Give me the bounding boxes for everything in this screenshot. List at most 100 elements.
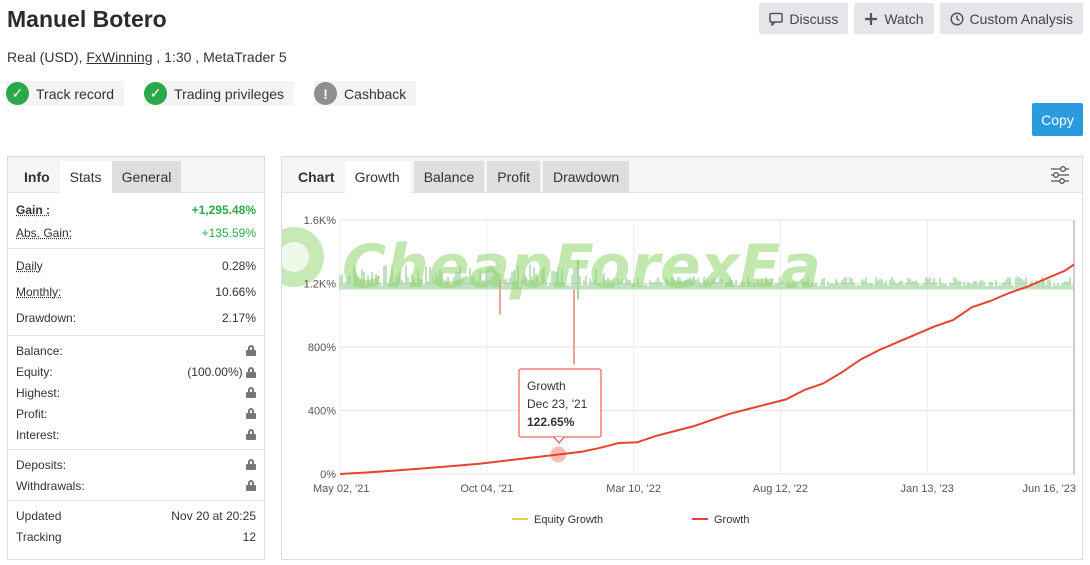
- stat-label[interactable]: Monthly:: [16, 285, 61, 299]
- badge-label: Cashback: [344, 85, 407, 102]
- lock-icon: [246, 429, 256, 440]
- custom-analysis-label: Custom Analysis: [969, 10, 1073, 27]
- account-type: Real (USD),: [7, 49, 87, 65]
- x-tick-label: Jun 16, '23: [1023, 483, 1076, 495]
- stat-label: Drawdown:: [16, 311, 77, 325]
- stats-panel: Info Stats General Gain : +1,295.48% Abs…: [7, 156, 265, 560]
- legend-label: Equity Growth: [534, 514, 603, 526]
- lock-icon: [246, 459, 256, 470]
- x-tick-label: Oct 04, '21: [460, 483, 513, 495]
- tab-profit[interactable]: Profit: [487, 161, 540, 193]
- stat-label: Equity:: [16, 364, 53, 379]
- stat-daily: Daily 0.28%: [8, 253, 264, 279]
- stat-value: 10.66%: [215, 285, 256, 299]
- tooltip-value: 122.65%: [527, 415, 575, 429]
- lock-icon: [246, 408, 256, 419]
- copy-button[interactable]: Copy: [1032, 103, 1083, 136]
- divider: [8, 500, 264, 501]
- discuss-label: Discuss: [789, 10, 839, 27]
- x-tick-label: Mar 10, '22: [606, 483, 661, 495]
- chat-icon: [769, 12, 784, 26]
- stat-label: Profit:: [16, 406, 48, 421]
- y-tick-label: 1.2K%: [304, 279, 337, 291]
- stat-label: Tracking: [16, 529, 62, 544]
- stat-drawdown: Drawdown: 2.17%: [8, 305, 264, 331]
- tooltip-tail: [553, 436, 565, 444]
- stat-highest: Highest:: [8, 382, 264, 403]
- tab-stats[interactable]: Stats: [59, 161, 112, 193]
- badge-label: Track record: [36, 85, 115, 102]
- y-tick-label: 1.6K%: [304, 215, 337, 227]
- y-tick-label: 800%: [308, 342, 336, 354]
- divider: [8, 335, 264, 336]
- custom-analysis-button[interactable]: Custom Analysis: [939, 3, 1083, 34]
- stat-tracking: Tracking 12: [8, 526, 264, 547]
- lock-icon: [246, 480, 256, 491]
- stat-label[interactable]: Gain :: [16, 203, 50, 217]
- tab-growth[interactable]: Growth: [344, 161, 410, 193]
- stat-withdrawals: Withdrawals:: [8, 475, 264, 496]
- stats-tabs: Info Stats General: [8, 157, 264, 193]
- legend-item-equity-growth[interactable]: Equity Growth: [512, 514, 603, 526]
- stat-value: (100.00%): [187, 365, 256, 379]
- chart-tabs: Chart Growth Balance Profit Drawdown: [282, 157, 1082, 193]
- broker-link[interactable]: FxWinning: [86, 49, 152, 65]
- badge-list: ✓ Track record ✓ Trading privileges ! Ca…: [6, 81, 417, 106]
- stat-gain: Gain : +1,295.48%: [8, 197, 264, 222]
- settings-sliders-icon[interactable]: [1050, 165, 1070, 185]
- stat-label[interactable]: Daily: [16, 259, 43, 273]
- watch-button[interactable]: Watch: [854, 3, 934, 34]
- tooltip-date: Dec 23, '21: [527, 397, 588, 411]
- chart-legend: Equity Growth Growth: [512, 514, 749, 526]
- stat-value: +135.59%: [201, 226, 256, 240]
- legend-label: Growth: [714, 514, 749, 526]
- tab-chart[interactable]: Chart: [288, 161, 345, 193]
- page-title: Manuel Botero: [7, 6, 167, 32]
- tooltip-marker: [550, 446, 567, 463]
- y-tick-label: 400%: [308, 406, 336, 418]
- stat-value: +1,295.48%: [191, 202, 256, 217]
- watermark: CheapForexEa: [342, 232, 821, 302]
- legend-item-growth[interactable]: Growth: [692, 514, 749, 526]
- stat-balance: Balance:: [8, 340, 264, 361]
- stat-label: Updated: [16, 508, 62, 523]
- x-axis: May 02, '21 Oct 04, '21 Mar 10, '22 Aug 12,…: [313, 483, 1076, 495]
- account-details: , 1:30 , MetaTrader 5: [152, 49, 287, 65]
- stat-profit: Profit:: [8, 403, 264, 424]
- divider: [8, 248, 264, 249]
- x-tick-label: May 02, '21: [313, 483, 370, 495]
- stat-interest: Interest:: [8, 424, 264, 445]
- stat-label: Deposits:: [16, 457, 67, 472]
- stat-value: 0.28%: [221, 259, 256, 273]
- stat-deposits: Deposits:: [8, 454, 264, 475]
- badge-label: Trading privileges: [174, 85, 285, 102]
- exclamation-icon: !: [314, 82, 338, 105]
- chart-tooltip: Growth Dec 23, '21 122.65%: [518, 368, 602, 463]
- stat-value: Nov 20 at 20:25: [171, 508, 256, 523]
- stat-value: 2.17%: [221, 311, 256, 325]
- tab-balance[interactable]: Balance: [413, 161, 485, 193]
- stat-abs-gain: Abs. Gain: +135.59%: [8, 222, 264, 244]
- x-tick-label: Jan 13, '23: [900, 483, 953, 495]
- badge-track-record[interactable]: ✓ Track record: [6, 81, 125, 106]
- check-icon: ✓: [6, 82, 29, 105]
- lock-icon: [246, 387, 256, 398]
- watch-label: Watch: [884, 10, 924, 27]
- plus-icon: [865, 12, 878, 25]
- tab-info[interactable]: Info: [14, 161, 60, 193]
- stat-label[interactable]: Abs. Gain:: [16, 226, 72, 240]
- badge-trading-privileges[interactable]: ✓ Trading privileges: [144, 81, 295, 106]
- stat-equity: Equity: (100.00%): [8, 361, 264, 382]
- tab-drawdown[interactable]: Drawdown: [542, 161, 630, 193]
- badge-cashback[interactable]: ! Cashback: [314, 81, 417, 106]
- check-icon: ✓: [144, 82, 168, 105]
- tooltip-title: Growth: [527, 379, 566, 393]
- stat-updated: Updated Nov 20 at 20:25: [8, 505, 264, 526]
- tab-general[interactable]: General: [111, 161, 182, 193]
- stat-monthly: Monthly: 10.66%: [8, 279, 264, 305]
- clock-icon: [949, 11, 964, 26]
- stat-label: Withdrawals:: [16, 478, 85, 493]
- discuss-button[interactable]: Discuss: [759, 3, 849, 34]
- growth-chart[interactable]: CheapForexEa 0% 400% 800% 1.2K% 1.6K% May 02…: [282, 195, 1082, 559]
- lock-icon: [246, 366, 256, 378]
